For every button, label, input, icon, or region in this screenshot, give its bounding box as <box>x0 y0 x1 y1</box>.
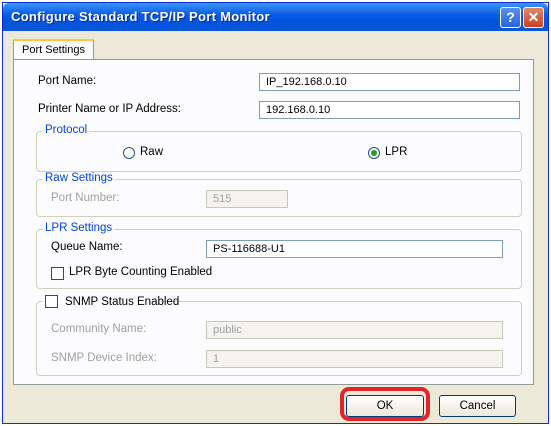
snmp-status-label[interactable]: SNMP Status Enabled <box>65 296 179 308</box>
help-icon: ? <box>506 9 515 25</box>
queue-name-field[interactable]: PS-116688-U1 <box>206 240 503 258</box>
protocol-legend: Protocol <box>43 124 90 136</box>
protocol-group: Protocol Raw LPR <box>36 124 522 172</box>
lpr-byte-counting-label[interactable]: LPR Byte Counting Enabled <box>69 266 212 278</box>
printer-address-field[interactable]: 192.168.0.10 <box>259 101 520 119</box>
lpr-settings-legend: LPR Settings <box>43 222 115 234</box>
queue-name-label: Queue Name: <box>51 241 123 253</box>
raw-settings-legend: Raw Settings <box>43 172 115 184</box>
snmp-status-checkbox[interactable] <box>45 295 58 308</box>
help-button[interactable]: ? <box>500 7 521 28</box>
snmp-device-index-label: SNMP Device Index: <box>51 352 157 364</box>
lpr-radio[interactable] <box>368 147 380 159</box>
community-name-field: public <box>206 321 503 339</box>
dialog-window: Configure Standard TCP/IP Port Monitor ?… <box>2 2 549 424</box>
raw-radio-label[interactable]: Raw <box>140 146 163 158</box>
printer-address-label: Printer Name or IP Address: <box>38 103 181 115</box>
snmp-legend: SNMP Status Enabled <box>43 294 179 310</box>
port-name-field[interactable]: IP_192.168.0.10 <box>259 73 520 91</box>
close-button[interactable]: ✕ <box>523 7 544 28</box>
raw-radio[interactable] <box>123 147 135 159</box>
window-title: Configure Standard TCP/IP Port Monitor <box>11 9 270 24</box>
lpr-radio-label[interactable]: LPR <box>385 146 407 158</box>
port-settings-panel: Port Name: IP_192.168.0.10 Printer Name … <box>13 59 534 385</box>
port-number-field: 515 <box>206 190 288 208</box>
lpr-settings-group: LPR Settings Queue Name: PS-116688-U1 LP… <box>36 222 522 289</box>
tab-port-settings[interactable]: Port Settings <box>13 39 94 60</box>
raw-settings-group: Raw Settings Port Number: 515 <box>36 172 522 217</box>
port-name-label: Port Name: <box>38 75 97 87</box>
community-name-label: Community Name: <box>51 323 147 335</box>
ok-button-highlight <box>340 387 430 421</box>
close-icon: ✕ <box>527 9 540 25</box>
lpr-byte-counting-checkbox[interactable] <box>51 267 64 280</box>
cancel-button[interactable]: Cancel <box>439 395 516 417</box>
title-bar[interactable]: Configure Standard TCP/IP Port Monitor ?… <box>3 3 548 31</box>
port-number-label: Port Number: <box>51 192 120 204</box>
snmp-device-index-field: 1 <box>206 350 503 368</box>
snmp-group: SNMP Status Enabled Community Name: publ… <box>36 294 522 376</box>
